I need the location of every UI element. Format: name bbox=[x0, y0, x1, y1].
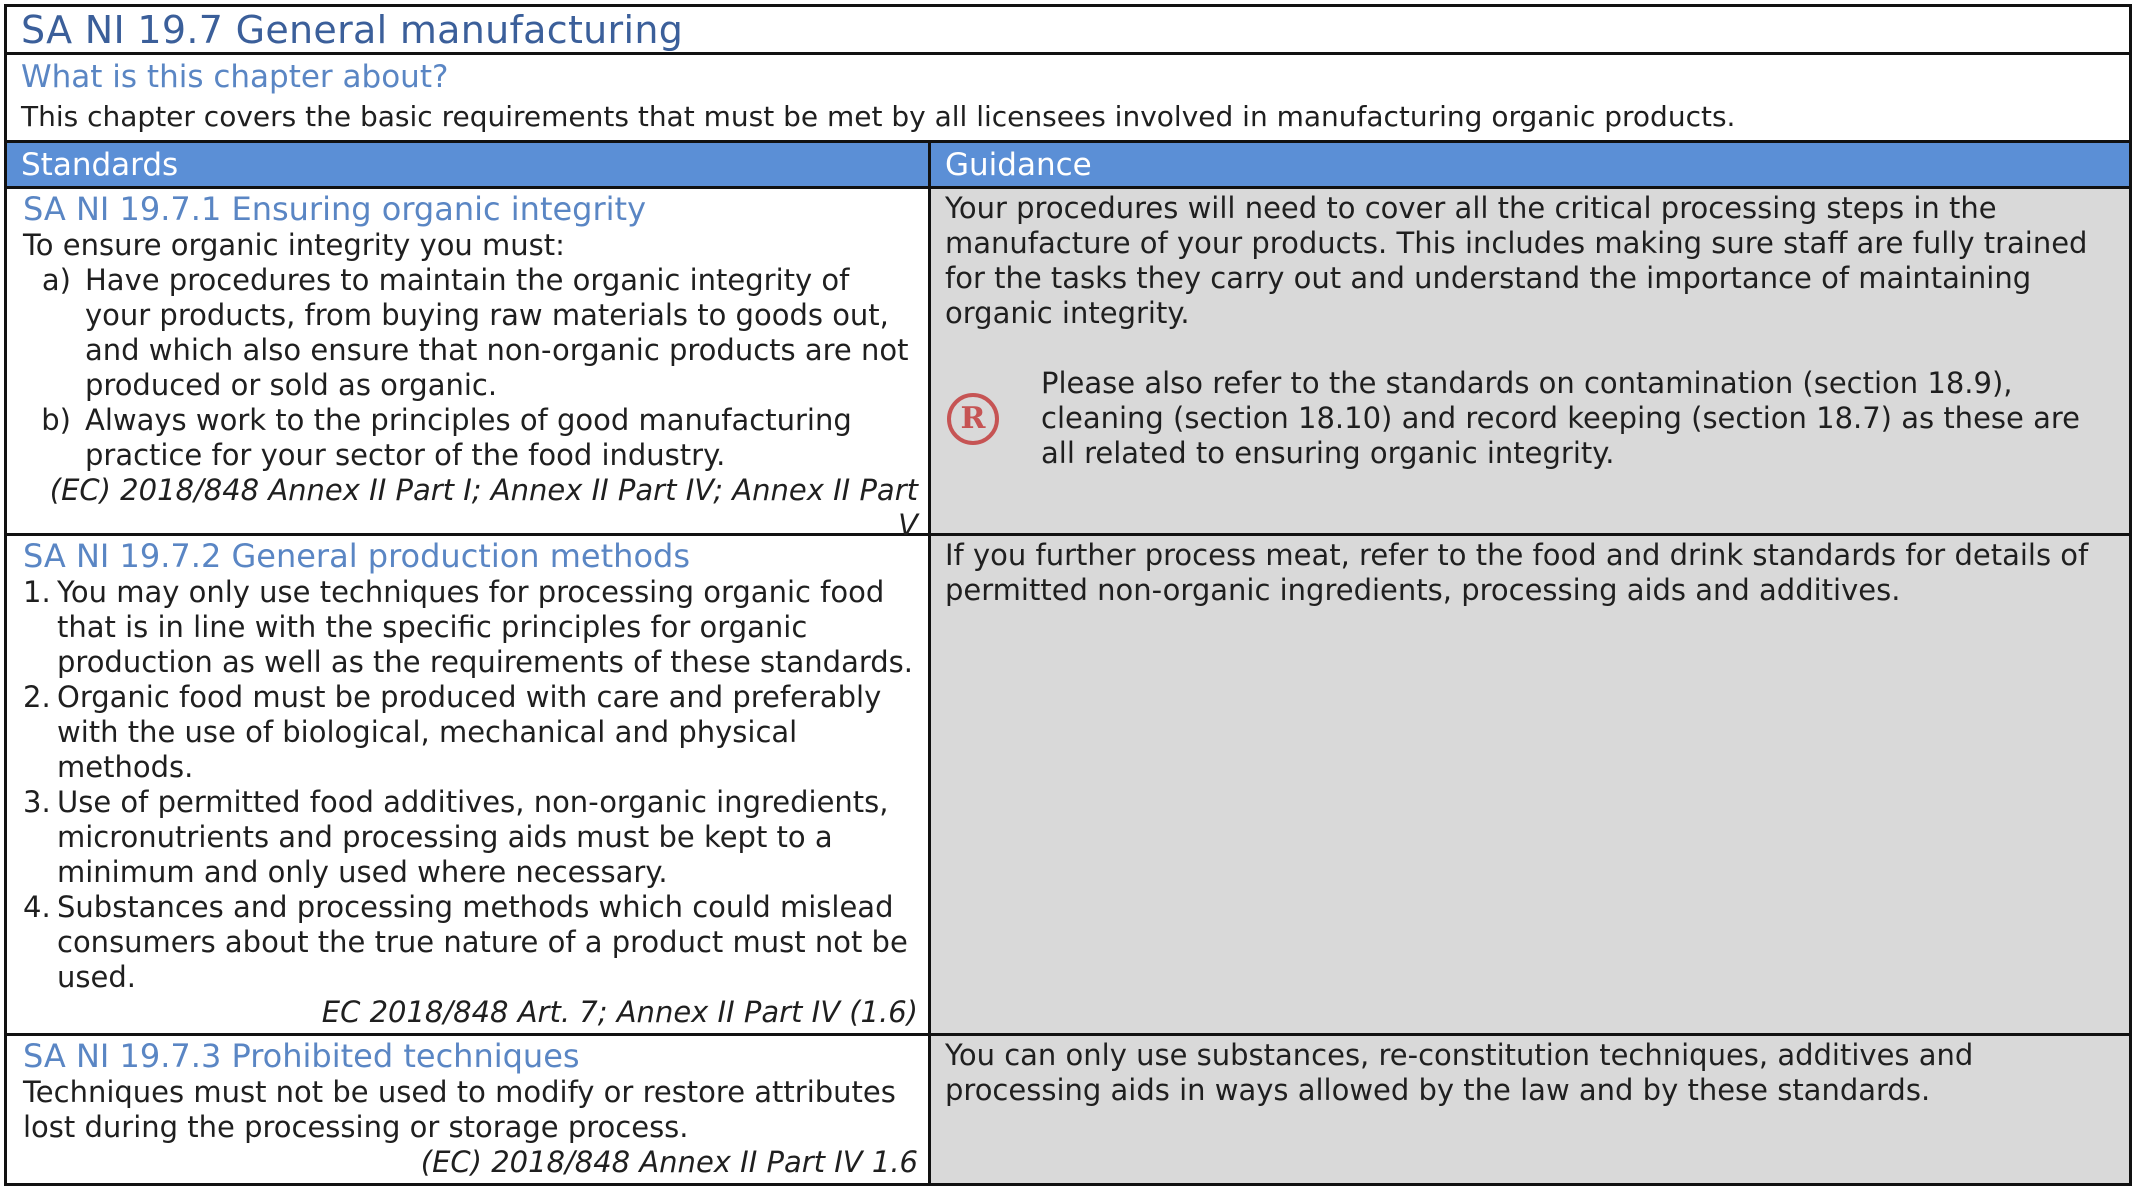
guidance-cell-19-7-2: If you further process meat, refer to th… bbox=[931, 536, 2129, 1036]
standard-title: SA NI 19.7.1 Ensuring organic integrity bbox=[23, 190, 647, 228]
registered-mark-icon: R bbox=[947, 392, 999, 445]
column-header-standards: Standards bbox=[7, 143, 931, 189]
standard-intro: Techniques must not be used to modify or… bbox=[23, 1075, 896, 1144]
list-item-text: Use of permitted food additives, non-org… bbox=[57, 785, 889, 889]
about-heading: What is this chapter about? bbox=[21, 59, 449, 95]
list-marker: 1. bbox=[23, 575, 51, 609]
standard-list: 1. You may only use techniques for proce… bbox=[23, 575, 918, 995]
regulation-reference: (EC) 2018/848 Annex II Part IV 1.6 bbox=[420, 1145, 918, 1179]
regulation-reference: (EC) 2018/848 Annex II Part I; Annex II … bbox=[49, 473, 918, 542]
list-item: 3. Use of permitted food additives, non-… bbox=[23, 785, 918, 890]
reference-note: R Please also refer to the standards on … bbox=[945, 366, 2115, 471]
standard-cell-19-7-2: SA NI 19.7.2 General production methods … bbox=[7, 536, 931, 1036]
list-marker: a) bbox=[41, 263, 71, 297]
list-item-text: Always work to the principles of good ma… bbox=[85, 403, 852, 472]
list-marker: 3. bbox=[23, 785, 51, 819]
list-item: 4. Substances and processing methods whi… bbox=[23, 890, 918, 995]
list-item-text: You may only use techniques for processi… bbox=[57, 575, 913, 679]
list-item: b) Always work to the principles of good… bbox=[23, 403, 918, 473]
title-row: SA NI 19.7 General manufacturing bbox=[7, 7, 2129, 55]
page-title: SA NI 19.7 General manufacturing bbox=[21, 7, 684, 52]
about-text: This chapter covers the basic requiremen… bbox=[21, 100, 1736, 133]
standards-table: Standards Guidance SA NI 19.7.1 Ensuring… bbox=[7, 143, 2129, 1186]
list-item: 2. Organic food must be produced with ca… bbox=[23, 680, 918, 785]
list-item: a) Have procedures to maintain the organ… bbox=[23, 263, 918, 403]
chapter-about: What is this chapter about? This chapter… bbox=[7, 55, 2129, 143]
standard-title: SA NI 19.7.3 Prohibited techniques bbox=[23, 1037, 580, 1075]
standard-list: a) Have procedures to maintain the organ… bbox=[23, 263, 918, 473]
list-item: 1. You may only use techniques for proce… bbox=[23, 575, 918, 680]
guidance-text: You can only use substances, re-constitu… bbox=[945, 1038, 1974, 1107]
list-marker: 2. bbox=[23, 680, 51, 714]
list-item-text: Organic food must be produced with care … bbox=[57, 680, 882, 784]
guidance-text: If you further process meat, refer to th… bbox=[945, 538, 2089, 607]
list-item-text: Have procedures to maintain the organic … bbox=[85, 263, 909, 402]
guidance-cell-19-7-3: You can only use substances, re-constitu… bbox=[931, 1036, 2129, 1186]
standard-title: SA NI 19.7.2 General production methods bbox=[23, 537, 690, 575]
document-page: SA NI 19.7 General manufacturing What is… bbox=[0, 0, 2138, 1186]
standard-intro: To ensure organic integrity you must: bbox=[23, 228, 565, 262]
list-marker: b) bbox=[41, 403, 71, 437]
standard-cell-19-7-1: SA NI 19.7.1 Ensuring organic integrity … bbox=[7, 189, 931, 542]
list-item-text: Substances and processing methods which … bbox=[57, 890, 908, 994]
guidance-text: Your procedures will need to cover all t… bbox=[945, 191, 2088, 330]
standard-cell-19-7-3: SA NI 19.7.3 Prohibited techniques Techn… bbox=[7, 1036, 931, 1186]
list-marker: 4. bbox=[23, 890, 51, 924]
standards-document: SA NI 19.7 General manufacturing What is… bbox=[4, 4, 2132, 1186]
guidance-cell-19-7-1: Your procedures will need to cover all t… bbox=[931, 189, 2129, 536]
column-header-guidance: Guidance bbox=[931, 143, 2129, 189]
note-text: Please also refer to the standards on co… bbox=[1041, 366, 2080, 470]
regulation-reference: EC 2018/848 Art. 7; Annex II Part IV (1.… bbox=[321, 995, 918, 1029]
